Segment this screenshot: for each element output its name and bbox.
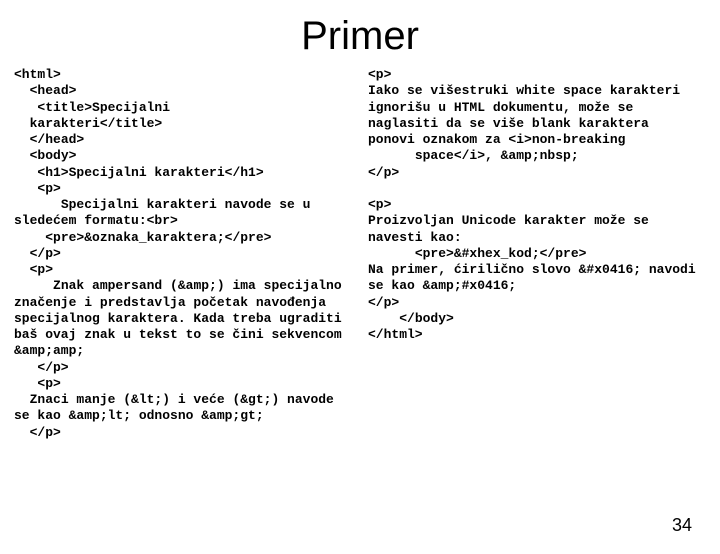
page-number: 34	[672, 515, 692, 536]
content-columns: <html> <head> <title>Specijalni karakter…	[0, 67, 720, 441]
slide-title: Primer	[0, 14, 720, 59]
right-column: <p> Iako se višestruki white space karak…	[368, 67, 700, 441]
left-column: <html> <head> <title>Specijalni karakter…	[14, 67, 346, 441]
